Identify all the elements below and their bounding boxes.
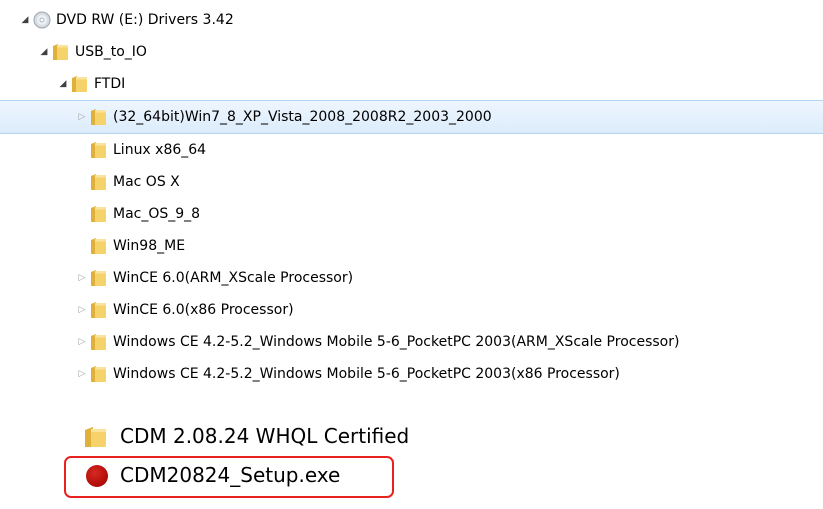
- folder-icon: [90, 205, 107, 223]
- tree-item[interactable]: ◢ FTDI: [0, 68, 823, 100]
- tree-item[interactable]: ▷ (32_64bit)Win7_8_XP_Vista_2008_2008R2_2…: [0, 100, 823, 134]
- tree-item-label: Windows CE 4.2-5.2_Windows Mobile 5-6_Po…: [113, 366, 620, 382]
- tree-item-label: Mac OS X: [113, 174, 180, 190]
- folder-item-label: CDM 2.08.24 WHQL Certified: [120, 424, 410, 448]
- folder-icon: [90, 141, 107, 159]
- tree-item-label: WinCE 6.0(x86 Processor): [113, 302, 294, 318]
- folder-icon: [90, 269, 107, 287]
- tree-item-label: DVD RW (E:) Drivers 3.42: [56, 12, 234, 28]
- tree-item-label: Mac_OS_9_8: [113, 206, 201, 222]
- expand-arrow-icon[interactable]: ▷: [77, 262, 87, 294]
- collapse-arrow-icon[interactable]: ◢: [58, 68, 68, 100]
- installer-icon: [86, 465, 108, 487]
- explorer-screenshot: ◢ DVD RW (E:) Drivers 3.42 ◢ USB_to_IO ◢ FTDI…: [0, 0, 823, 509]
- folder-icon: [90, 333, 107, 351]
- folder-icon: [52, 43, 69, 61]
- tree-item[interactable]: ▷ WinCE 6.0(ARM_XScale Processor): [0, 262, 823, 294]
- tree-item[interactable]: Linux x86_64: [0, 134, 823, 166]
- expand-arrow-icon[interactable]: ▷: [77, 101, 87, 133]
- collapse-arrow-icon[interactable]: ◢: [39, 36, 49, 68]
- tree-item-label: USB_to_IO: [75, 44, 147, 60]
- tree-item[interactable]: ▷ Windows CE 4.2-5.2_Windows Mobile 5-6_P…: [0, 326, 823, 358]
- tree-item[interactable]: Win98_ME: [0, 230, 823, 262]
- tree-item[interactable]: ◢ DVD RW (E:) Drivers 3.42: [0, 4, 823, 36]
- tree-item-label: (32_64bit)Win7_8_XP_Vista_2008_2008R2_20…: [113, 109, 492, 125]
- tree-item-label: Linux x86_64: [113, 142, 207, 158]
- folder-icon: [90, 173, 107, 191]
- folder-tree: ◢ DVD RW (E:) Drivers 3.42 ◢ USB_to_IO ◢ FTDI…: [0, 4, 823, 390]
- tree-item-label: FTDI: [94, 76, 126, 92]
- dvd-drive-icon: [33, 11, 51, 29]
- tree-item[interactable]: ▷ Windows CE 4.2-5.2_Windows Mobile 5-6_P…: [0, 358, 823, 390]
- tree-item[interactable]: ▷ WinCE 6.0(x86 Processor): [0, 294, 823, 326]
- folder-icon: [90, 365, 107, 383]
- folder-icon: [84, 426, 108, 448]
- folder-icon: [90, 108, 107, 126]
- expand-arrow-icon[interactable]: ▷: [77, 326, 87, 358]
- folder-icon: [71, 75, 88, 93]
- expand-arrow-icon[interactable]: ▷: [77, 358, 87, 390]
- expand-arrow-icon[interactable]: ▷: [77, 294, 87, 326]
- tree-item[interactable]: Mac OS X: [0, 166, 823, 198]
- tree-item-label: Win98_ME: [113, 238, 186, 254]
- file-item-label: CDM20824_Setup.exe: [120, 463, 341, 487]
- collapse-arrow-icon[interactable]: ◢: [20, 4, 30, 36]
- folder-icon: [90, 301, 107, 319]
- tree-item-label: WinCE 6.0(ARM_XScale Processor): [113, 270, 354, 286]
- folder-icon: [90, 237, 107, 255]
- tree-item[interactable]: Mac_OS_9_8: [0, 198, 823, 230]
- file-list: CDM 2.08.24 WHQL Certified CDM20824_Setu…: [64, 412, 530, 507]
- tree-item-label: Windows CE 4.2-5.2_Windows Mobile 5-6_Po…: [113, 334, 680, 350]
- tree-item[interactable]: ◢ USB_to_IO: [0, 36, 823, 68]
